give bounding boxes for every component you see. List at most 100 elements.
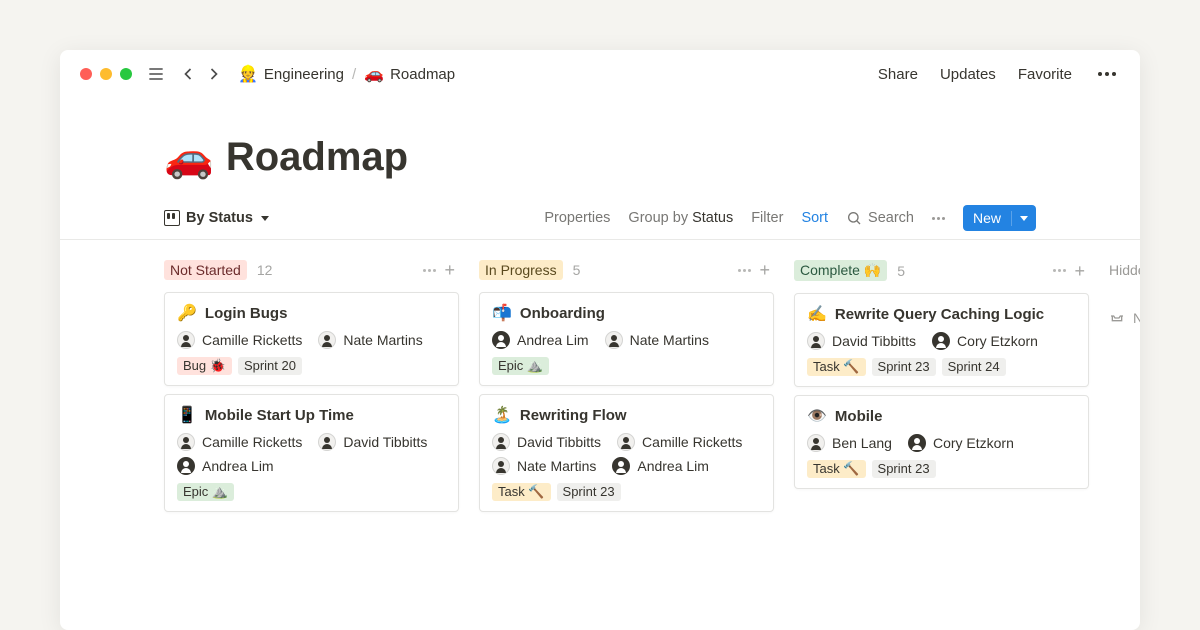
board-card[interactable]: ✍️Rewrite Query Caching LogicDavid Tibbi… bbox=[794, 293, 1089, 387]
avatar bbox=[492, 331, 510, 349]
search-button[interactable]: Search bbox=[846, 210, 914, 226]
assignee-name: Andrea Lim bbox=[202, 458, 274, 474]
view-selector[interactable]: By Status bbox=[164, 210, 269, 226]
card-emoji: 📱 bbox=[177, 405, 197, 425]
toolbar-more-icon[interactable] bbox=[932, 217, 945, 220]
tag: Task 🔨 bbox=[807, 358, 866, 376]
assignee: Cory Etzkorn bbox=[908, 434, 1014, 452]
view-toolbar: By Status Properties Group by Status Fil… bbox=[60, 195, 1140, 240]
column-header: Not Started 12 + bbox=[164, 260, 459, 280]
column-title[interactable]: Complete 🙌 bbox=[794, 260, 887, 281]
assignee: Nate Martins bbox=[492, 457, 596, 475]
board-card[interactable]: 📱Mobile Start Up TimeCamille RickettsDav… bbox=[164, 394, 459, 512]
breadcrumb-parent[interactable]: 👷 Engineering bbox=[238, 64, 344, 84]
page-emoji[interactable]: 🚗 bbox=[164, 134, 214, 181]
column-add-icon[interactable]: + bbox=[444, 261, 455, 279]
filter-button[interactable]: Filter bbox=[751, 210, 783, 226]
page-title[interactable]: Roadmap bbox=[226, 135, 408, 180]
board-card[interactable]: 👁️MobileBen LangCory EtzkornTask 🔨Sprint… bbox=[794, 395, 1089, 489]
card-title-row: 👁️Mobile bbox=[807, 406, 1076, 426]
assignee: Nate Martins bbox=[318, 331, 422, 349]
properties-button[interactable]: Properties bbox=[544, 210, 610, 226]
assignee: Andrea Lim bbox=[492, 331, 589, 349]
sidebar-toggle-icon[interactable] bbox=[146, 64, 166, 84]
assignee: Ben Lang bbox=[807, 434, 892, 452]
breadcrumb-separator: / bbox=[352, 66, 356, 83]
assignee-name: Cory Etzkorn bbox=[933, 435, 1014, 451]
groupby-button[interactable]: Group by Status bbox=[628, 210, 733, 226]
column-add-icon[interactable]: + bbox=[1074, 262, 1085, 280]
board-card[interactable]: 🔑Login BugsCamille RickettsNate MartinsB… bbox=[164, 292, 459, 386]
sort-button[interactable]: Sort bbox=[801, 210, 828, 226]
assignee-name: Nate Martins bbox=[343, 332, 422, 348]
window-close[interactable] bbox=[80, 68, 92, 80]
share-button[interactable]: Share bbox=[878, 66, 918, 83]
chevron-down-icon bbox=[1020, 216, 1028, 221]
avatar bbox=[492, 457, 510, 475]
avatar bbox=[617, 433, 635, 451]
app-window: 👷 Engineering / 🚗 Roadmap Share Updates … bbox=[60, 50, 1140, 630]
search-label: Search bbox=[868, 210, 914, 226]
card-emoji: 📬 bbox=[492, 303, 512, 323]
assignee: Andrea Lim bbox=[177, 457, 274, 475]
board-card[interactable]: 📬 Onboarding Andrea Lim Nate Martins Epic ⛰️ bbox=[479, 292, 774, 386]
hidden-group[interactable]: No bbox=[1109, 308, 1140, 327]
assignee: Nate Martins bbox=[605, 331, 709, 349]
column-actions: + bbox=[423, 261, 455, 279]
tag: Sprint 23 bbox=[557, 483, 621, 501]
avatar bbox=[177, 457, 195, 475]
avatar bbox=[177, 433, 195, 451]
tag: Epic ⛰️ bbox=[492, 357, 549, 375]
assignee-name: Nate Martins bbox=[517, 458, 596, 474]
tag: Sprint 23 bbox=[872, 358, 936, 376]
card-title: Onboarding bbox=[520, 305, 605, 322]
updates-button[interactable]: Updates bbox=[940, 66, 996, 83]
toolbar-right: Properties Group by Status Filter Sort S… bbox=[544, 205, 1036, 231]
tag: Sprint 23 bbox=[872, 460, 936, 478]
board-column: In Progress5+📬OnboardingAndrea LimNate M… bbox=[479, 260, 774, 520]
card-title-row: 📱Mobile Start Up Time bbox=[177, 405, 446, 425]
topbar-actions: Share Updates Favorite bbox=[878, 66, 1120, 83]
hidden-columns[interactable]: HiddenNo bbox=[1109, 260, 1140, 520]
tag: Task 🔨 bbox=[492, 483, 551, 501]
traffic-lights bbox=[80, 68, 132, 80]
column-add-icon[interactable]: + bbox=[759, 261, 770, 279]
more-menu-icon[interactable] bbox=[1094, 68, 1120, 80]
card-tags: Task 🔨Sprint 23Sprint 24 bbox=[807, 358, 1076, 376]
assignee-name: David Tibbitts bbox=[832, 333, 916, 349]
assignee: David Tibbitts bbox=[807, 332, 916, 350]
breadcrumb-current[interactable]: 🚗 Roadmap bbox=[364, 64, 455, 84]
window-zoom[interactable] bbox=[120, 68, 132, 80]
assignee: Andrea Lim bbox=[612, 457, 709, 475]
board-column: Not Started 12 + 🔑Login Bugs Camille Rickett… bbox=[164, 260, 459, 520]
card-assignees: Camille RickettsNate Martins bbox=[177, 331, 446, 349]
avatar bbox=[318, 331, 336, 349]
card-title-row: 📬 Onboarding bbox=[492, 303, 761, 323]
avatar bbox=[807, 332, 825, 350]
assignee-name: Camille Ricketts bbox=[642, 434, 742, 450]
board-card[interactable]: 🏝️Rewriting FlowDavid TibbittsCamille Ri… bbox=[479, 394, 774, 512]
column-more-icon[interactable] bbox=[423, 269, 436, 272]
column-more-icon[interactable] bbox=[1053, 269, 1066, 272]
view-name: By Status bbox=[186, 210, 253, 226]
column-title[interactable]: In Progress bbox=[479, 260, 563, 280]
new-button[interactable]: New bbox=[963, 205, 1036, 231]
topbar: 👷 Engineering / 🚗 Roadmap Share Updates … bbox=[60, 50, 1140, 98]
new-button-dropdown[interactable] bbox=[1011, 211, 1036, 226]
window-minimize[interactable] bbox=[100, 68, 112, 80]
avatar bbox=[605, 331, 623, 349]
avatar bbox=[612, 457, 630, 475]
breadcrumb-parent-label: Engineering bbox=[264, 66, 344, 83]
groupby-value: Status bbox=[692, 210, 733, 226]
column-title[interactable]: Not Started bbox=[164, 260, 247, 280]
card-title-row: 🔑Login Bugs bbox=[177, 303, 446, 323]
favorite-button[interactable]: Favorite bbox=[1018, 66, 1072, 83]
nav-back[interactable] bbox=[178, 64, 198, 84]
breadcrumb-parent-emoji: 👷 bbox=[238, 64, 258, 84]
card-title: Rewrite Query Caching Logic bbox=[835, 306, 1044, 323]
column-more-icon[interactable] bbox=[738, 269, 751, 272]
nav-forward[interactable] bbox=[204, 64, 224, 84]
column-count: 12 bbox=[257, 262, 273, 278]
assignee: David Tibbitts bbox=[318, 433, 427, 451]
column-actions: + bbox=[1053, 262, 1085, 280]
